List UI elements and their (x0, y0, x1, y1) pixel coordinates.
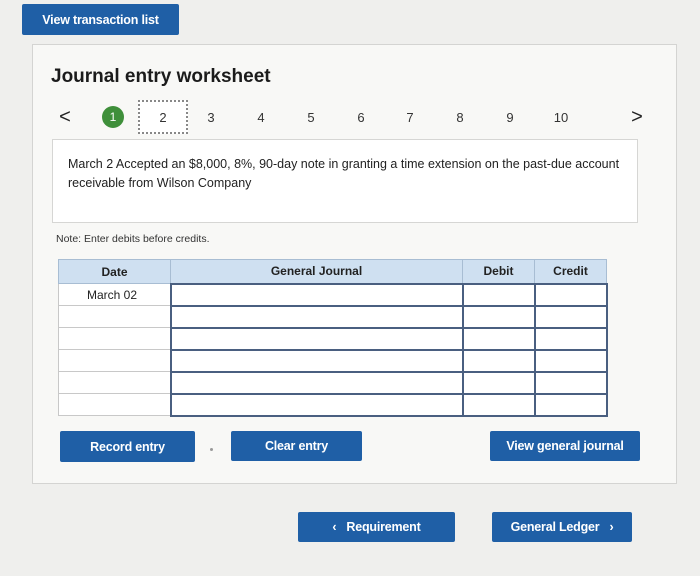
date-cell[interactable] (58, 305, 171, 328)
transaction-description: March 2 Accepted an $8,000, 8%, 90-day n… (52, 139, 638, 223)
pager-page-4[interactable]: 4 (246, 102, 276, 132)
account-input[interactable] (169, 348, 464, 373)
pager-page-10[interactable]: 10 (546, 102, 576, 132)
table-row: March 02 (58, 282, 608, 307)
credit-input[interactable] (533, 304, 608, 329)
table-row (58, 348, 608, 373)
pager-page-2[interactable]: 2 (138, 100, 188, 134)
pager-page-8[interactable]: 8 (445, 102, 475, 132)
col-header-debit: Debit (462, 259, 535, 284)
date-cell[interactable] (58, 327, 171, 350)
date-cell[interactable] (58, 393, 171, 416)
view-transaction-list-button[interactable]: View transaction list (22, 4, 179, 35)
worksheet-title: Journal entry worksheet (51, 66, 271, 87)
credit-input[interactable] (533, 392, 608, 417)
date-cell[interactable]: March 02 (58, 283, 171, 306)
credit-input[interactable] (533, 326, 608, 351)
general-ledger-label: General Ledger (510, 520, 600, 534)
pager-page-9[interactable]: 9 (495, 102, 525, 132)
pager-page-5[interactable]: 5 (296, 102, 326, 132)
pager-page-1[interactable]: 1 (98, 102, 128, 132)
account-input[interactable] (169, 282, 464, 307)
debit-input[interactable] (461, 392, 536, 417)
account-input[interactable] (169, 326, 464, 351)
pager-page-7[interactable]: 7 (395, 102, 425, 132)
record-entry-button[interactable]: Record entry (60, 431, 195, 462)
requirement-label: Requirement (346, 520, 421, 534)
entry-note: Note: Enter debits before credits. (56, 233, 210, 245)
credit-input[interactable] (533, 370, 608, 395)
credit-input[interactable] (533, 282, 608, 307)
chevron-left-icon: ‹ (332, 520, 337, 534)
pager-page-3[interactable]: 3 (196, 102, 226, 132)
general-ledger-button[interactable]: General Ledger › (492, 512, 632, 542)
table-row (58, 326, 608, 351)
credit-input[interactable] (533, 348, 608, 373)
table-row (58, 304, 608, 329)
journal-table: Date General Journal Debit Credit March … (58, 259, 608, 417)
account-input[interactable] (169, 304, 464, 329)
date-cell[interactable] (58, 371, 171, 394)
debit-input[interactable] (461, 282, 536, 307)
pager-prev-arrow[interactable]: < (50, 102, 80, 132)
debit-input[interactable] (461, 304, 536, 329)
pager-next-arrow[interactable]: > (622, 102, 652, 132)
account-input[interactable] (169, 370, 464, 395)
entry-pager: < 1 2 3 4 5 6 7 8 9 10 > (50, 100, 652, 134)
date-cell[interactable] (58, 349, 171, 372)
clear-entry-button[interactable]: Clear entry (231, 431, 362, 461)
chevron-right-icon: › (609, 520, 614, 534)
col-header-general-journal: General Journal (170, 259, 463, 284)
debit-input[interactable] (461, 370, 536, 395)
requirement-button[interactable]: ‹ Requirement (298, 512, 455, 542)
col-header-date: Date (58, 259, 171, 284)
pager-page-6[interactable]: 6 (346, 102, 376, 132)
view-general-journal-button[interactable]: View general journal (490, 431, 640, 461)
table-row (58, 392, 608, 417)
table-row (58, 370, 608, 395)
debit-input[interactable] (461, 326, 536, 351)
account-input[interactable] (169, 392, 464, 417)
debit-input[interactable] (461, 348, 536, 373)
separator-dot (210, 448, 213, 451)
completed-page-badge: 1 (102, 106, 124, 128)
col-header-credit: Credit (534, 259, 607, 284)
